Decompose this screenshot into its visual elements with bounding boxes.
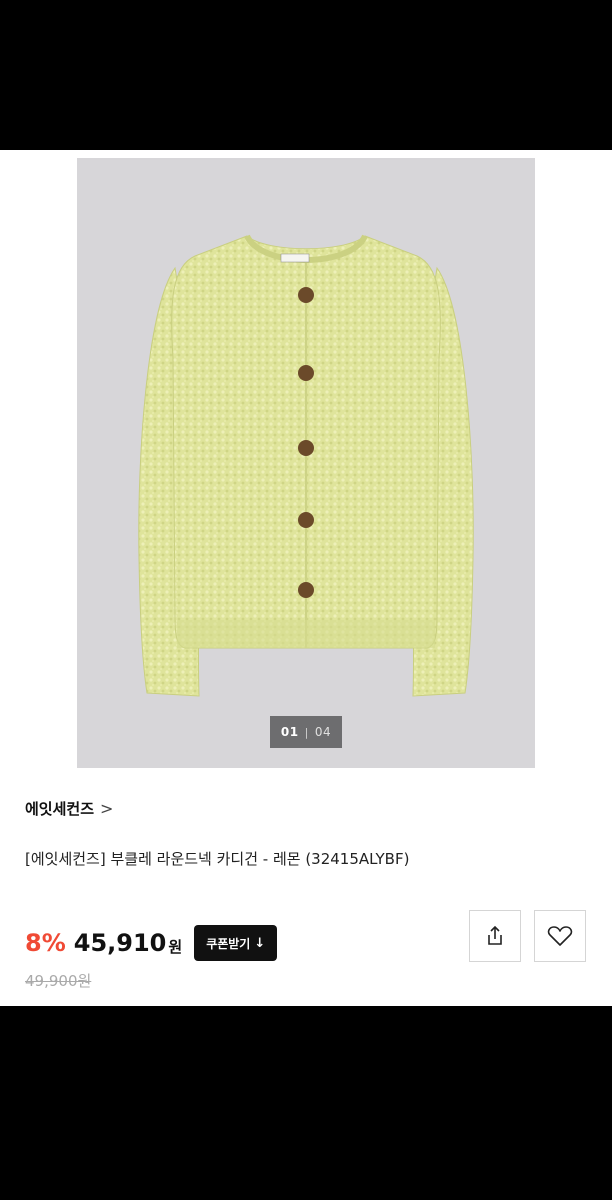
cardigan-illustration <box>138 234 474 697</box>
chevron-right-icon: > <box>100 799 114 818</box>
counter-separator: | <box>304 725 309 739</box>
share-icon <box>488 925 502 945</box>
currency-unit: 원 <box>168 937 183 956</box>
product-title: [에잇세컨즈] 부클레 라운드넥 카디건 - 레몬 (32415ALYBF) <box>25 850 410 868</box>
wishlist-button[interactable] <box>534 910 586 962</box>
brand-name: 에잇세컨즈 <box>25 800 95 818</box>
coupon-label: 쿠폰받기 <box>206 936 251 951</box>
top-black-bar <box>0 0 612 150</box>
product-image[interactable]: 01 | 04 <box>77 158 535 768</box>
product-gallery[interactable]: 01 | 04 <box>0 150 612 768</box>
download-icon: ↓ <box>254 935 266 951</box>
price-row: 8% 45,910 원 쿠폰받기 ↓ <box>25 925 278 961</box>
coupon-download-button[interactable]: 쿠폰받기 ↓ <box>194 925 278 961</box>
share-button[interactable] <box>469 910 521 962</box>
image-counter: 01 | 04 <box>270 716 342 748</box>
current-image-index: 01 <box>280 725 299 739</box>
heart-icon <box>547 926 573 946</box>
product-page: 01 | 04 에잇세컨즈 > [에잇세컨즈] 부클레 라운드넥 카디건 - 레… <box>0 150 612 1006</box>
total-image-count: 04 <box>314 725 332 739</box>
brand-link[interactable]: 에잇세컨즈 > <box>25 798 113 819</box>
sale-price: 45,910 <box>73 929 167 957</box>
original-price: 49,900원 <box>25 972 92 990</box>
discount-rate: 8% <box>25 929 66 957</box>
